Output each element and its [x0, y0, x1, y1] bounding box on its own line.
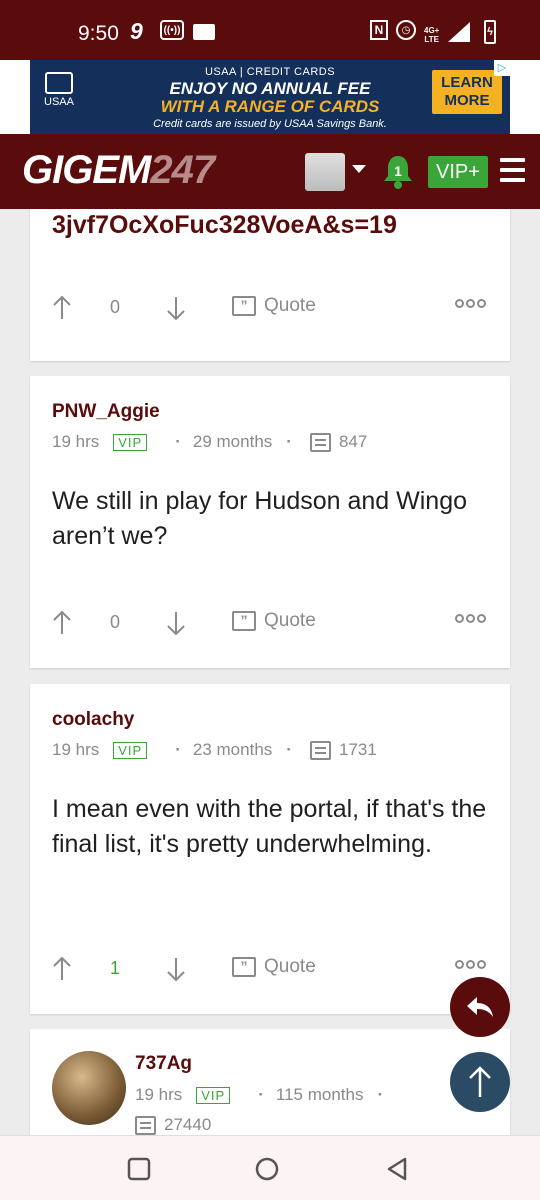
site-header: GIGEM247 1 VIP+	[0, 134, 540, 209]
reply-button[interactable]	[450, 977, 510, 1037]
downvote-icon[interactable]	[166, 293, 186, 323]
more-options-icon[interactable]	[455, 299, 486, 308]
more-options-icon[interactable]	[455, 614, 486, 623]
signal-icon	[448, 22, 470, 42]
upvote-icon[interactable]	[52, 608, 72, 638]
post-body: I mean even with the portal, if that's t…	[52, 795, 487, 858]
quote-button[interactable]: ” Quote	[232, 610, 316, 632]
upvote-icon[interactable]	[52, 293, 72, 323]
ad-learn-more-button[interactable]: LEARN MORE	[432, 70, 502, 114]
quote-icon: ”	[232, 296, 256, 316]
home-icon	[255, 1157, 279, 1181]
more-options-icon[interactable]	[455, 960, 486, 969]
post-card: coolachy 19 hrs VIP · 23 months · 1731 I…	[30, 684, 510, 1014]
user-avatar-button[interactable]	[305, 153, 345, 191]
post-count: 847	[338, 432, 368, 451]
radio-icon: ((•))	[160, 20, 184, 40]
quote-button[interactable]: ” Quote	[232, 295, 316, 317]
ad-disclaimer: Credit cards are issued by USAA Savings …	[153, 118, 387, 130]
ad-banner[interactable]: USAA USAA | CREDIT CARDS ENJOY NO ANNUAL…	[30, 60, 510, 134]
upvote-icon[interactable]	[52, 954, 72, 984]
vote-count: 0	[110, 297, 121, 317]
post-actions: 1 ” Quote	[30, 954, 510, 984]
post-link-text[interactable]: 3jvf7OcXoFuc328VoeA&s=19	[52, 211, 397, 240]
alarm-icon: ◷	[396, 20, 416, 40]
mail-icon	[193, 24, 215, 40]
quote-icon: ”	[232, 611, 256, 631]
post-author[interactable]: 737Ag	[135, 1053, 192, 1075]
hamburger-menu-icon[interactable]	[500, 158, 525, 184]
reply-icon	[467, 997, 493, 1017]
post-meta: 19 hrs VIP · 115 months ·	[135, 1085, 384, 1104]
post-time: 19 hrs	[52, 740, 100, 759]
vip-badge: VIP	[196, 1086, 231, 1104]
member-tenure: 29 months	[192, 432, 273, 451]
quote-button[interactable]: ” Quote	[232, 956, 316, 978]
member-tenure: 23 months	[192, 740, 273, 759]
post-author[interactable]: PNW_Aggie	[52, 401, 160, 423]
member-tenure: 115 months	[275, 1085, 364, 1104]
arrow-up-icon	[469, 1066, 491, 1097]
post-card: 3jvf7OcXoFuc328VoeA&s=19 0 ” Quote	[30, 209, 510, 361]
back-button[interactable]	[382, 1154, 412, 1184]
avatar[interactable]	[52, 1051, 126, 1125]
recent-apps-button[interactable]	[124, 1154, 154, 1184]
post-count-icon	[309, 740, 331, 760]
ad-choices-icon[interactable]: ▷	[494, 60, 510, 76]
nfc-icon: N	[370, 20, 388, 40]
post-count: 1731	[338, 740, 377, 759]
post-count-icon	[135, 1115, 156, 1135]
post-body: We still in play for Hudson and Wingo ar…	[52, 487, 468, 550]
system-nav-bar	[0, 1135, 540, 1200]
back-icon	[387, 1157, 407, 1181]
post-meta-count: 27440	[135, 1113, 211, 1135]
quote-icon: ”	[232, 957, 256, 977]
post-count: 27440	[164, 1115, 212, 1134]
notification-count: 1	[394, 163, 402, 179]
vip-badge: VIP	[113, 741, 148, 759]
chevron-down-icon[interactable]	[352, 165, 366, 173]
app-notification-icon: 9	[130, 17, 143, 44]
post-actions: 0 ” Quote	[30, 608, 510, 638]
status-bar: 9:50 9 ((•)) N ◷ 4G+ LTE ϟ	[0, 0, 540, 60]
vote-count: 0	[110, 612, 121, 632]
vip-plus-button[interactable]: VIP+	[428, 156, 488, 188]
site-logo[interactable]: GIGEM247	[22, 148, 215, 193]
vote-count: 1	[110, 958, 121, 978]
downvote-icon[interactable]	[166, 608, 186, 638]
home-button[interactable]	[252, 1154, 282, 1184]
battery-charging-icon: ϟ	[484, 20, 496, 44]
ad-container: USAA USAA | CREDIT CARDS ENJOY NO ANNUAL…	[0, 60, 540, 134]
post-time: 19 hrs	[52, 432, 100, 451]
post-time: 19 hrs	[135, 1085, 183, 1104]
vip-badge: VIP	[113, 433, 148, 451]
post-meta: 19 hrs VIP · 29 months · 847	[52, 432, 368, 452]
post-meta: 19 hrs VIP · 23 months · 1731	[52, 740, 377, 760]
post-author[interactable]: coolachy	[52, 709, 134, 731]
recent-apps-icon	[127, 1157, 151, 1181]
status-time: 9:50	[78, 22, 119, 45]
post-count-icon	[309, 432, 331, 452]
downvote-icon[interactable]	[166, 954, 186, 984]
post-card: PNW_Aggie 19 hrs VIP · 29 months · 847 W…	[30, 376, 510, 668]
post-actions: 0 ” Quote	[30, 293, 510, 323]
post-card: 737Ag 19 hrs VIP · 115 months · 27440	[30, 1029, 510, 1135]
scroll-to-top-button[interactable]	[450, 1052, 510, 1112]
notification-bell-icon[interactable]: 1	[381, 154, 415, 190]
network-type-icon: 4G+ LTE	[424, 26, 440, 44]
